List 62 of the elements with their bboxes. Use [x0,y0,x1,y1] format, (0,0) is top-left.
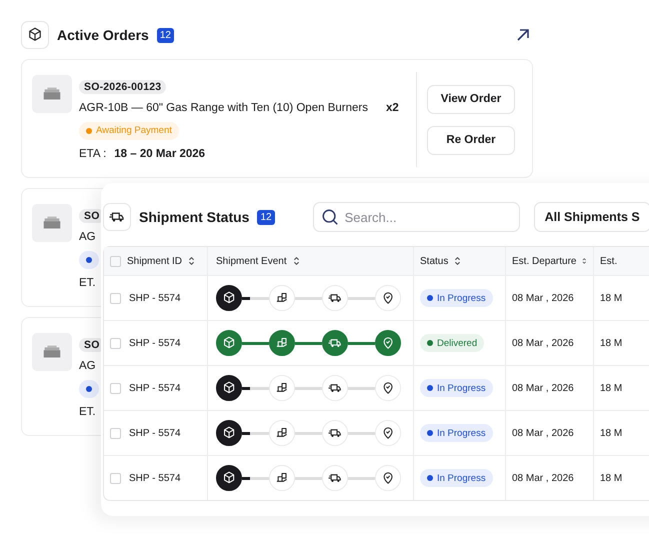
product-image [32,333,72,371]
product-name: AG [79,230,96,242]
product-image [32,75,72,113]
status-badge: In Progress [420,469,493,487]
box-icon [21,21,49,49]
order-action-button[interactable]: View Order [427,84,515,114]
status-badge: Awaiting Payment [79,122,179,140]
shipment-id: SHP - 5574 [129,472,181,484]
column-header[interactable]: Est. Departure [512,256,576,266]
status-badge: In Progress [420,379,493,397]
sort-icon[interactable] [582,256,587,266]
departure-date: 08 Mar , 2026 [512,382,574,394]
order-action-button[interactable]: Re Order [427,126,515,154]
checkbox[interactable] [110,256,121,266]
status-badge [79,380,99,398]
section-title: Active Orders [57,27,149,43]
shipment-id: SHP - 5574 [129,338,181,348]
product-name: AGR-10B — 60" Gas Range with Ten (10) Open Burners [79,102,368,114]
shipment-id: SHP - 5574 [129,292,181,304]
table-cell: 18 M [600,428,622,438]
sort-icon[interactable] [292,256,300,266]
count-badge: 12 [156,28,174,42]
departure-date: 08 Mar , 2026 [512,472,574,484]
checkbox[interactable] [110,292,121,304]
eta-label: ET. [79,406,96,418]
product-image [32,204,72,242]
eta-label: ET. [79,276,96,288]
departure-date: 08 Mar , 2026 [512,292,574,304]
table-cell: 18 M [600,338,622,348]
count-badge: 12 [257,210,275,224]
table-cell: 18 M [600,472,622,484]
status-badge [79,250,99,268]
table-cell: 18 M [600,292,622,304]
quantity: x2 [386,102,399,114]
shipment-id: SHP - 5574 [129,382,181,394]
status-badge: In Progress [420,289,493,307]
column-header[interactable]: Shipment Event [216,256,287,266]
status-badge: Delivered [420,334,484,352]
shipment-id: SHP - 5574 [129,428,181,438]
truck-icon [103,203,131,231]
search-icon [320,208,339,226]
eta-date: 18 – 20 Mar 2026 [114,148,206,160]
product-name: AG [79,360,96,372]
section-title: Shipment Status [139,209,250,225]
checkbox[interactable] [110,472,121,484]
table-cell: 18 M [600,382,622,394]
column-header[interactable]: Status [420,256,448,266]
departure-date: 08 Mar , 2026 [512,428,574,438]
column-header[interactable]: Shipment ID [127,256,182,266]
checkbox[interactable] [110,428,121,438]
search-field[interactable]: Search... [312,202,520,232]
arrow-up-right-icon[interactable] [515,27,531,43]
filter-dropdown[interactable]: All Shipments S [534,202,649,232]
sort-icon[interactable] [454,256,462,266]
eta-label: ETA : [79,148,106,160]
sort-icon[interactable] [188,256,196,266]
order-id: SO-2026-00123 [79,80,166,94]
status-badge: In Progress [420,424,493,442]
departure-date: 08 Mar , 2026 [512,338,574,348]
checkbox[interactable] [110,338,121,348]
column-header[interactable]: Est. [600,256,618,266]
checkbox[interactable] [110,382,121,394]
